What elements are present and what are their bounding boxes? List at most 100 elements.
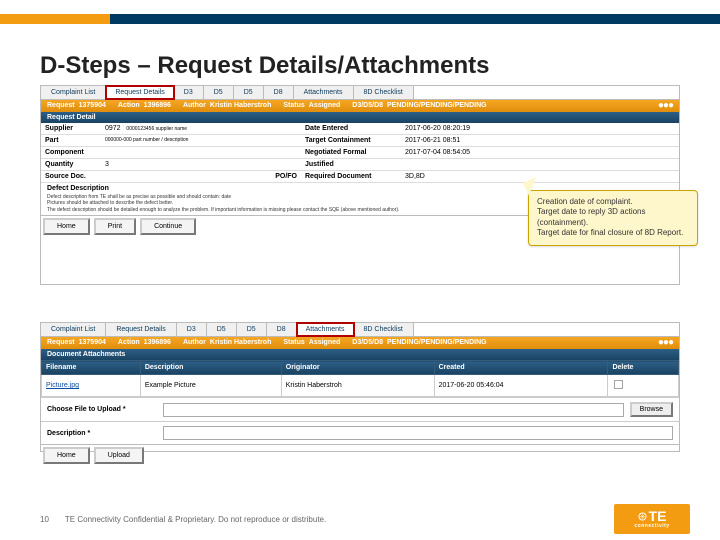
section-request-detail: Request Detail: [41, 112, 679, 123]
accent-orange: [0, 14, 110, 24]
tab2-request-details[interactable]: Request Details: [106, 323, 176, 336]
col-created: Created: [434, 361, 608, 375]
accent-blue: [110, 14, 720, 24]
attachment-created: 2017-06-20 05:46:04: [434, 375, 608, 397]
attachment-description: Example Picture: [140, 375, 281, 397]
part-value: 000000-000 part number / description: [101, 135, 301, 147]
tab2-d3[interactable]: D3: [177, 323, 207, 336]
attachment-delete-cell: [608, 375, 679, 397]
part-label: Part: [41, 135, 101, 147]
attachments-table: Filename Description Originator Created …: [41, 360, 679, 397]
te-logo: TE connectivity: [614, 504, 690, 534]
section-document-attachments: Document Attachments: [41, 349, 679, 360]
status-label: Status: [283, 102, 304, 110]
continue-button[interactable]: Continue: [140, 218, 196, 235]
page-number: 10: [40, 515, 49, 524]
col-description: Description: [140, 361, 281, 375]
logo-top-row: TE: [638, 509, 667, 523]
footer: 10 TE Connectivity Confidential & Propri…: [0, 504, 720, 534]
negotiated-formal-value: 2017-07-04 08:54:05: [401, 147, 679, 159]
negotiated-formal-label: Negotiated Formal: [301, 147, 401, 159]
choose-file-label: Choose File to Upload *: [47, 406, 157, 413]
col-originator: Originator: [281, 361, 434, 375]
date-entered-label: Date Entered: [301, 123, 401, 135]
status-value: Assigned: [309, 102, 341, 110]
supplier-value: 0972 0000123456 supplier name: [101, 123, 301, 135]
tab-complaint-list[interactable]: Complaint List: [41, 86, 106, 99]
date-entered-value: 2017-06-20 08:20:19: [401, 123, 679, 135]
accent-bar: [0, 14, 720, 24]
tab-bar-top: Complaint List Request Details D3 D5 D5 …: [41, 86, 679, 100]
request-details-screenshot: Complaint List Request Details D3 D5 D5 …: [40, 85, 680, 285]
component-label: Component: [41, 147, 101, 159]
target-containment-value: 2017-06-21 08:51: [401, 135, 679, 147]
component-value: [101, 147, 301, 159]
tab-d8[interactable]: D8: [264, 86, 294, 99]
upload-button[interactable]: Upload: [94, 447, 144, 464]
tab2-d5a[interactable]: D5: [207, 323, 237, 336]
print-button[interactable]: Print: [94, 218, 136, 235]
tab2-8d-checklist[interactable]: 8D Checklist: [354, 323, 414, 336]
tab-d5a[interactable]: D5: [204, 86, 234, 99]
required-document-label: Required Document: [301, 171, 401, 183]
status-dots-icon-2: ●●●: [658, 339, 673, 347]
logo-bottom-row: connectivity: [634, 523, 669, 529]
action-id: 1396896: [144, 102, 171, 110]
attachment-filename-link[interactable]: Picture.jpg: [42, 375, 141, 397]
callout-line-3: Target date for final closure of 8D Repo…: [537, 228, 689, 238]
action-label: Action: [118, 102, 140, 110]
status-dots-icon: ●●●: [658, 102, 673, 110]
tab-d3[interactable]: D3: [174, 86, 204, 99]
tab2-d5b[interactable]: D5: [237, 323, 267, 336]
required-document-value: 3D,8D: [401, 171, 679, 183]
tab-8d-checklist[interactable]: 8D Checklist: [354, 86, 414, 99]
page-title: D-Steps – Request Details/Attachments: [40, 52, 489, 80]
callout-line-1: Creation date of complaint.: [537, 197, 689, 207]
table-header-row: Filename Description Originator Created …: [42, 361, 679, 375]
target-containment-label: Target Containment: [301, 135, 401, 147]
author-label: Author: [183, 102, 206, 110]
author-name: Kristin Haberstroh: [210, 102, 271, 110]
description-input[interactable]: [163, 426, 673, 440]
browse-button[interactable]: Browse: [630, 402, 673, 417]
choose-file-row: Choose File to Upload * Browse: [41, 397, 679, 421]
justified-value: [401, 159, 679, 171]
request-detail-grid: Supplier 0972 0000123456 supplier name D…: [41, 123, 679, 183]
source-doc-value: PO/FO: [101, 171, 301, 183]
choose-file-input[interactable]: [163, 403, 624, 417]
supplier-label: Supplier: [41, 123, 101, 135]
request-summary-bar: Request 1375904 Action 1396896 Author Kr…: [41, 100, 679, 112]
attachments-button-row: Home Upload: [41, 444, 679, 466]
d-steps-label: D3/D5/D8: [352, 102, 383, 110]
col-filename: Filename: [42, 361, 141, 375]
tab2-attachments[interactable]: Attachments: [296, 322, 355, 337]
quantity-label: Quantity: [41, 159, 101, 171]
description-row: Description *: [41, 421, 679, 444]
home-button-2[interactable]: Home: [43, 447, 90, 464]
tab-attachments[interactable]: Attachments: [294, 86, 354, 99]
attachments-screenshot: Complaint List Request Details D3 D5 D5 …: [40, 322, 680, 452]
request-label: Request: [47, 102, 75, 110]
callout-line-2: Target date to reply 3D actions (contain…: [537, 207, 689, 228]
description-label: Description *: [47, 430, 157, 437]
request-summary-bar-2: Request 1375904 Action 1396896 Author Kr…: [41, 337, 679, 349]
justified-label: Justified: [301, 159, 401, 171]
attachment-originator: Kristin Haberstroh: [281, 375, 434, 397]
slide: D-Steps – Request Details/Attachments Co…: [0, 0, 720, 540]
d-steps-status: PENDING/PENDING/PENDING: [387, 102, 487, 110]
confidential-notice: TE Connectivity Confidential & Proprieta…: [65, 515, 326, 524]
explanation-callout: Creation date of complaint. Target date …: [528, 190, 698, 246]
tab-bar-bottom: Complaint List Request Details D3 D5 D5 …: [41, 323, 679, 337]
quantity-value: 3: [101, 159, 301, 171]
table-row: Picture.jpg Example Picture Kristin Habe…: [42, 375, 679, 397]
tab2-complaint-list[interactable]: Complaint List: [41, 323, 106, 336]
tab2-d8[interactable]: D8: [267, 323, 297, 336]
globe-icon: [638, 512, 647, 521]
delete-checkbox[interactable]: [614, 380, 623, 389]
source-doc-label: Source Doc.: [41, 171, 101, 183]
col-delete: Delete: [608, 361, 679, 375]
request-id: 1375904: [79, 102, 106, 110]
home-button[interactable]: Home: [43, 218, 90, 235]
tab-request-details[interactable]: Request Details: [105, 85, 174, 100]
tab-d5b[interactable]: D5: [234, 86, 264, 99]
